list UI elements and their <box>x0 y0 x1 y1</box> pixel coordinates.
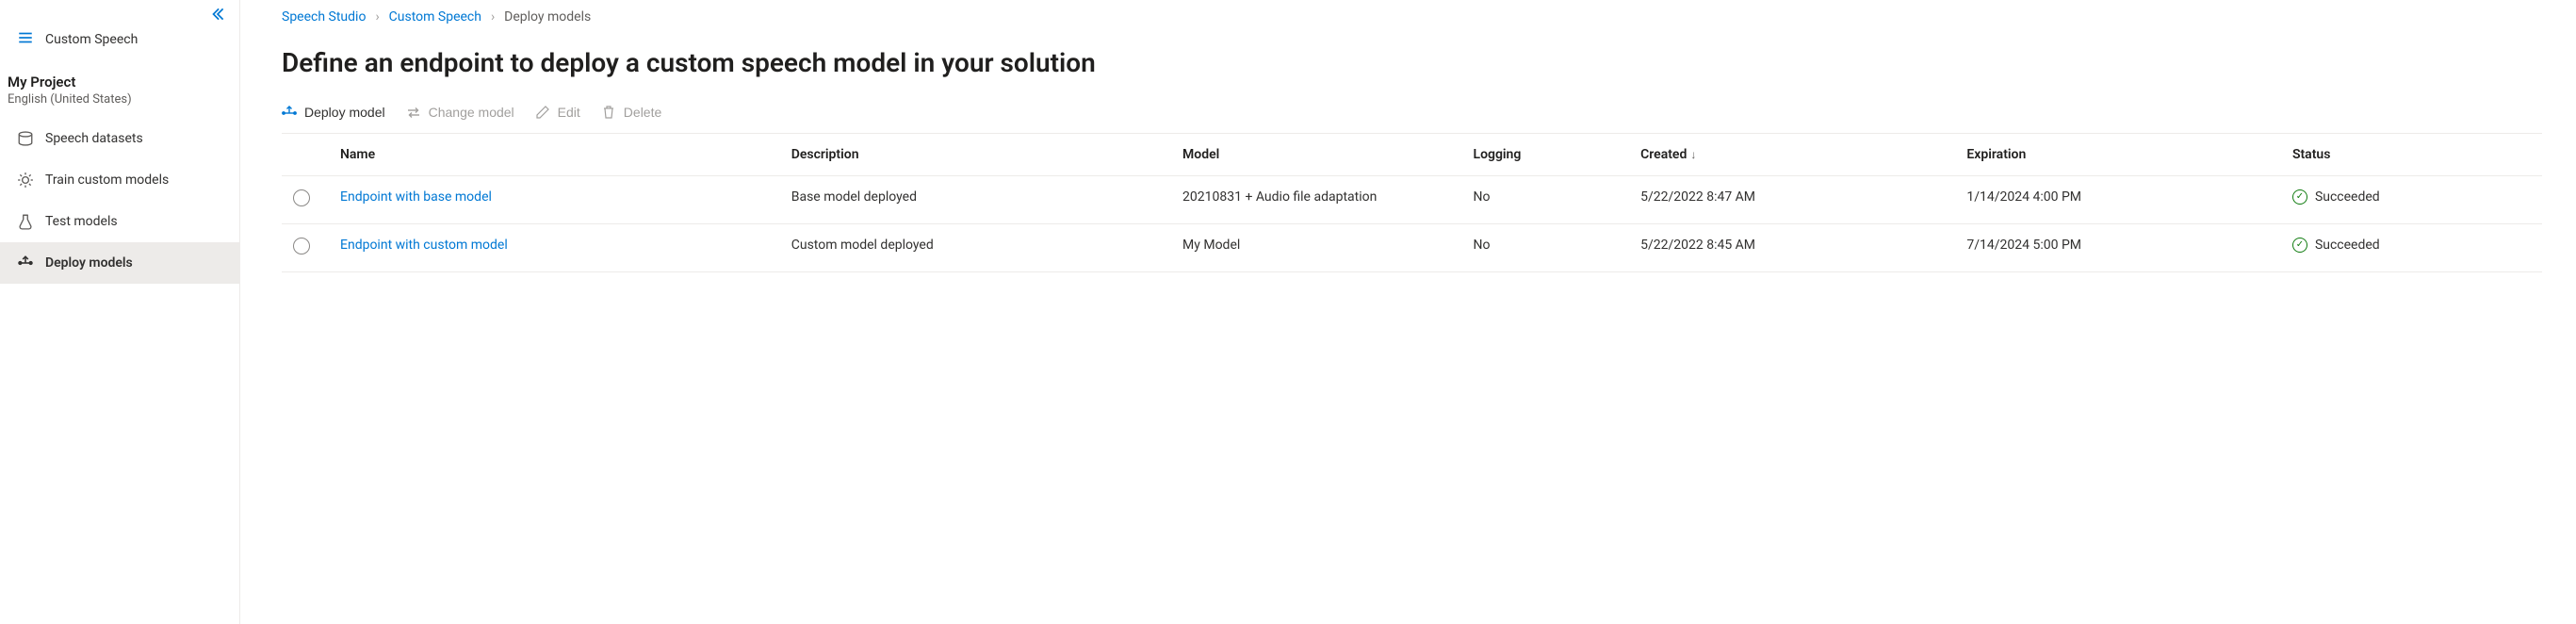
breadcrumb-link-speech-studio[interactable]: Speech Studio <box>282 9 366 25</box>
cell-logging: No <box>1462 176 1630 224</box>
list-icon <box>17 29 34 50</box>
edit-button[interactable]: Edit <box>535 105 580 120</box>
change-model-button[interactable]: Change model <box>406 105 514 120</box>
cell-created: 5/22/2022 8:45 AM <box>1629 224 1955 272</box>
sidebar-top-label: Custom Speech <box>45 32 138 47</box>
cell-description: Base model deployed <box>780 176 1171 224</box>
row-select-radio[interactable] <box>293 189 310 206</box>
sidebar-item-label: Train custom models <box>45 172 169 188</box>
swap-icon <box>406 105 421 120</box>
breadcrumb: Speech Studio › Custom Speech › Deploy m… <box>282 9 2542 25</box>
cell-expiration: 7/14/2024 5:00 PM <box>1955 224 2281 272</box>
cell-model: 20210831 + Audio file adaptation <box>1171 176 1461 224</box>
deploy-model-button[interactable]: Deploy model <box>282 105 385 120</box>
sidebar-top-custom-speech[interactable]: Custom Speech <box>0 19 239 60</box>
col-description[interactable]: Description <box>780 134 1171 176</box>
status-text: Succeeded <box>2315 238 2380 253</box>
success-icon: ✓ <box>2292 238 2307 253</box>
deploy-icon <box>282 105 297 120</box>
table-row[interactable]: Endpoint with custom model Custom model … <box>282 224 2542 272</box>
chevron-right-icon: › <box>375 9 379 25</box>
page-title: Define an endpoint to deploy a custom sp… <box>282 47 2542 78</box>
sidebar-item-speech-datasets[interactable]: Speech datasets <box>0 118 239 159</box>
col-expiration[interactable]: Expiration <box>1955 134 2281 176</box>
status-badge: ✓ Succeeded <box>2292 238 2531 253</box>
sidebar-item-label: Deploy models <box>45 255 133 271</box>
sidebar-project-language: English (United States) <box>0 92 239 118</box>
button-label: Edit <box>558 105 580 120</box>
sort-desc-icon: ↓ <box>1690 148 1696 161</box>
datasets-icon <box>17 130 34 147</box>
table-row[interactable]: Endpoint with base model Base model depl… <box>282 176 2542 224</box>
button-label: Delete <box>624 105 661 120</box>
sidebar-item-test-models[interactable]: Test models <box>0 201 239 242</box>
delete-icon <box>601 105 616 120</box>
sidebar-item-train-models[interactable]: Train custom models <box>0 159 239 201</box>
status-badge: ✓ Succeeded <box>2292 189 2531 205</box>
main-content: Speech Studio › Custom Speech › Deploy m… <box>240 0 2576 624</box>
status-text: Succeeded <box>2315 189 2380 205</box>
cell-model: My Model <box>1171 224 1461 272</box>
sidebar-item-deploy-models[interactable]: Deploy models <box>0 242 239 284</box>
col-created[interactable]: Created↓ <box>1629 134 1955 176</box>
endpoints-table: Name Description Model Logging Created↓ … <box>282 133 2542 272</box>
test-icon <box>17 213 34 230</box>
success-icon: ✓ <box>2292 189 2307 205</box>
button-label: Change model <box>429 105 514 120</box>
endpoint-name-link[interactable]: Endpoint with custom model <box>340 238 508 253</box>
cell-expiration: 1/14/2024 4:00 PM <box>1955 176 2281 224</box>
train-icon <box>17 172 34 189</box>
col-status[interactable]: Status <box>2281 134 2542 176</box>
sidebar: Custom Speech My Project English (United… <box>0 0 240 624</box>
endpoint-name-link[interactable]: Endpoint with base model <box>340 189 492 205</box>
chevron-right-icon: › <box>491 9 495 25</box>
edit-icon <box>535 105 550 120</box>
sidebar-item-label: Speech datasets <box>45 131 143 146</box>
delete-button[interactable]: Delete <box>601 105 661 120</box>
col-model[interactable]: Model <box>1171 134 1461 176</box>
button-label: Deploy model <box>304 105 385 120</box>
breadcrumb-link-custom-speech[interactable]: Custom Speech <box>389 9 481 25</box>
collapse-sidebar-button[interactable] <box>209 6 226 26</box>
breadcrumb-current: Deploy models <box>504 9 591 25</box>
col-logging[interactable]: Logging <box>1462 134 1630 176</box>
col-name[interactable]: Name <box>329 134 780 176</box>
deploy-icon <box>17 255 34 271</box>
cell-description: Custom model deployed <box>780 224 1171 272</box>
sidebar-item-label: Test models <box>45 214 118 229</box>
cell-created: 5/22/2022 8:47 AM <box>1629 176 1955 224</box>
toolbar: Deploy model Change model Edit <box>282 101 2542 133</box>
row-select-radio[interactable] <box>293 238 310 255</box>
col-select <box>282 134 329 176</box>
sidebar-project-heading: My Project <box>0 60 239 92</box>
cell-logging: No <box>1462 224 1630 272</box>
